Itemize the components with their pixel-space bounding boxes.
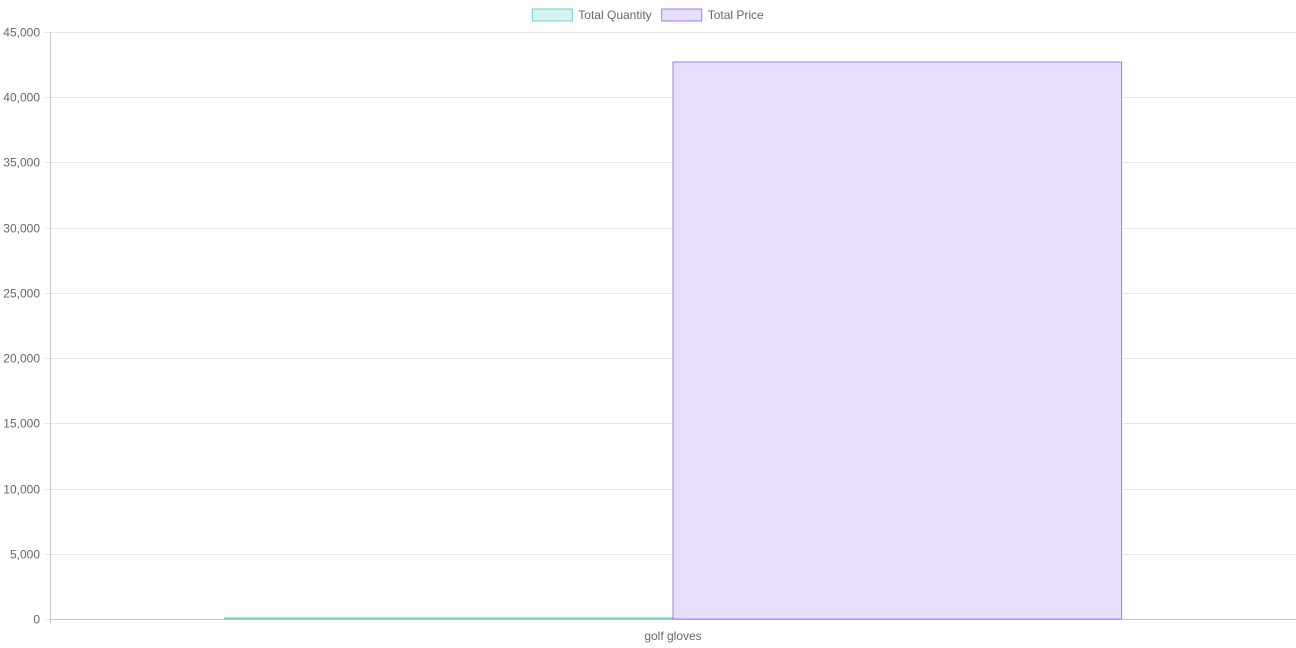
legend-swatch [531, 8, 573, 22]
y-tick-label: 20,000 [3, 352, 40, 366]
y-tick-label: 30,000 [3, 222, 40, 236]
y-tick-label: 40,000 [3, 91, 40, 105]
y-tick-label: 45,000 [3, 26, 40, 40]
x-tick-label: golf gloves [644, 629, 701, 643]
bars[interactable] [223, 61, 1123, 620]
legend[interactable]: Total Quantity Total Price [531, 8, 764, 22]
y-tick-label: 0 [33, 613, 40, 627]
y-axis: 0 5,000 10,000 15,000 20,000 25,000 30,000 35,0… [3, 26, 51, 627]
bar-chart: Total Quantity Total Price 0 5,000 10,000 15… [3, 8, 1296, 643]
y-tick-label: 10,000 [3, 483, 40, 497]
legend-label: Total Quantity [578, 8, 651, 22]
bar-total-quantity[interactable] [223, 617, 674, 620]
bar-total-price[interactable] [672, 61, 1123, 620]
y-tick-label: 25,000 [3, 287, 40, 301]
y-tick-label: 5,000 [10, 548, 40, 562]
legend-item-total-quantity[interactable]: Total Quantity [531, 8, 652, 22]
legend-swatch [661, 8, 703, 22]
y-tick-label: 15,000 [3, 417, 40, 431]
x-axis: golf gloves [50, 619, 1296, 643]
y-tick-label: 35,000 [3, 156, 40, 170]
legend-item-total-price[interactable]: Total Price [661, 8, 764, 22]
legend-label: Total Price [708, 8, 764, 22]
